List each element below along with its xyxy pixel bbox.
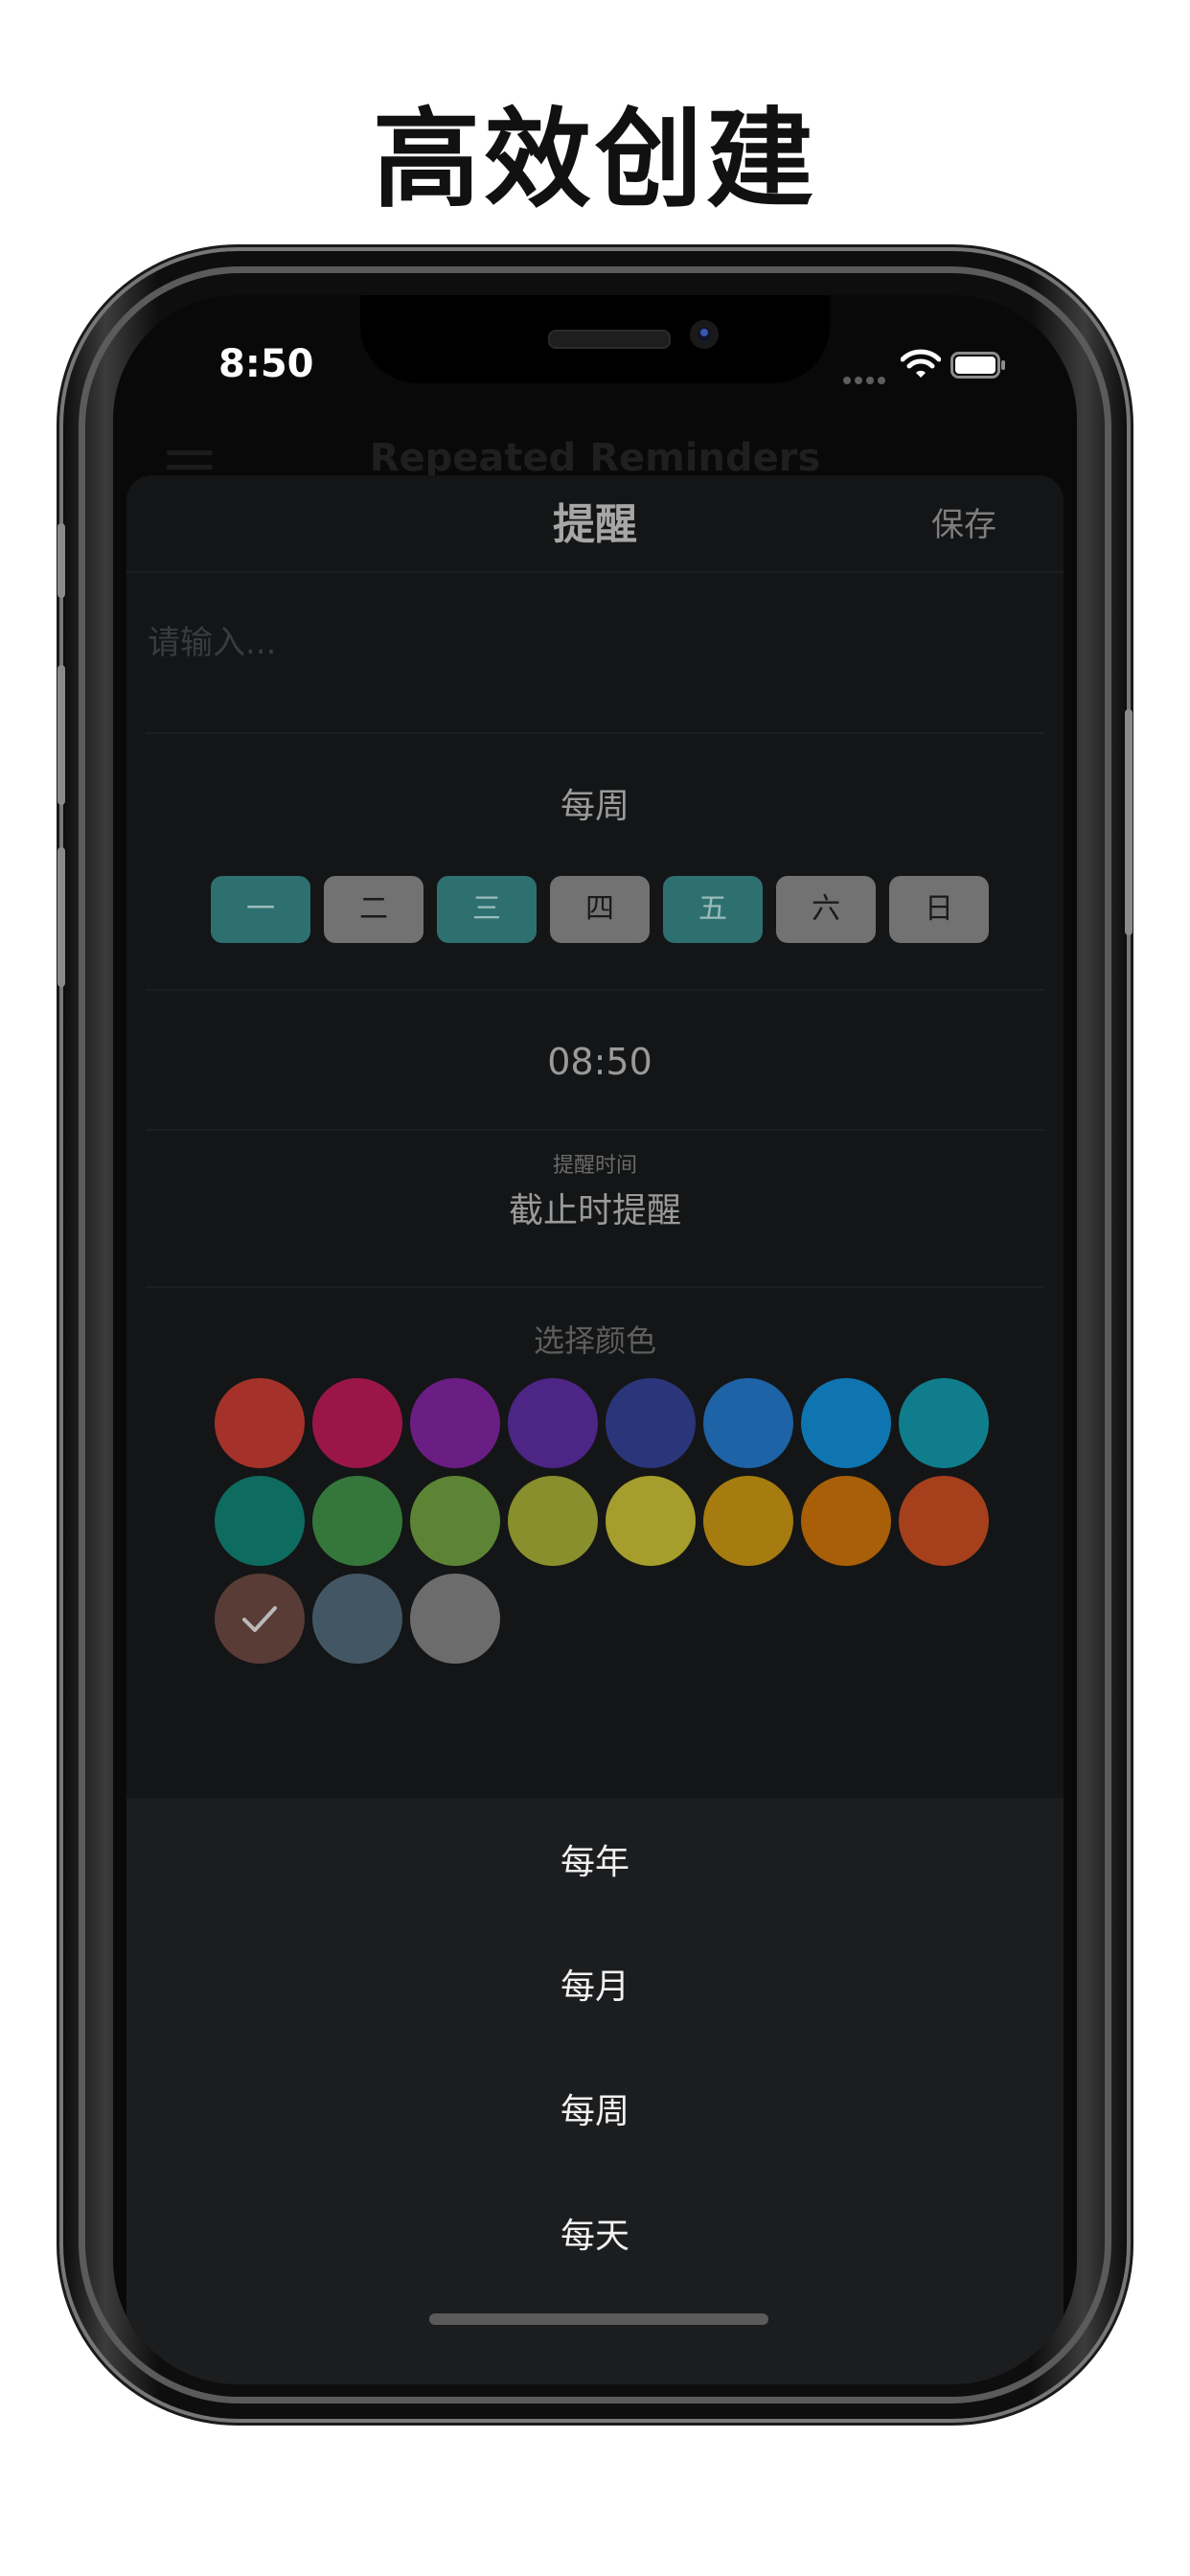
home-indicator: [429, 2313, 768, 2325]
weekday-button[interactable]: 五: [663, 876, 763, 943]
color-swatch[interactable]: [410, 1378, 500, 1468]
battery-icon: [950, 352, 1005, 379]
weekday-button[interactable]: 四: [550, 876, 650, 943]
color-picker-label: 选择颜色: [533, 1322, 656, 1359]
color-swatch[interactable]: [899, 1476, 989, 1566]
weekday-button[interactable]: 六: [776, 876, 876, 943]
divider: [126, 571, 1064, 573]
picker-option-monthly[interactable]: 每月: [126, 1961, 1064, 2014]
color-swatch[interactable]: [606, 1476, 696, 1566]
reminder-title-input[interactable]: [148, 610, 1039, 677]
color-swatch[interactable]: [312, 1378, 402, 1468]
repeat-mode-label[interactable]: 每周: [126, 780, 1064, 834]
save-button[interactable]: 保存: [931, 498, 996, 552]
earpiece-speaker: [548, 330, 671, 349]
cellular-signal-icon: [843, 370, 889, 384]
mute-switch: [57, 523, 65, 598]
color-swatch[interactable]: [801, 1476, 891, 1566]
color-swatch[interactable]: [215, 1476, 305, 1566]
picker-option-weekly[interactable]: 每周: [126, 2085, 1064, 2139]
color-swatch[interactable]: [508, 1476, 598, 1566]
checkmark-icon: [242, 1606, 277, 1632]
wifi-icon: [901, 349, 941, 378]
color-swatch[interactable]: [215, 1378, 305, 1468]
sheet-title: 提醒: [553, 500, 637, 549]
phone-screen: 8:50 Repeated Reminders 提醒 保存 请输入... 每周 …: [113, 295, 1077, 2384]
front-camera: [690, 320, 719, 349]
color-swatch[interactable]: [312, 1476, 402, 1566]
volume-up-button: [57, 665, 65, 805]
color-swatch[interactable]: [312, 1574, 402, 1664]
reminder-time-value[interactable]: 截止时提醒: [126, 1184, 1064, 1238]
color-swatch[interactable]: [703, 1476, 793, 1566]
repeat-picker: 每年 每月 每周 每天: [126, 1798, 1064, 2384]
power-button: [1125, 709, 1133, 935]
weekday-button[interactable]: 日: [889, 876, 989, 943]
color-swatch[interactable]: [410, 1476, 500, 1566]
weekday-button[interactable]: 三: [437, 876, 537, 943]
status-time: 8:50: [218, 342, 314, 386]
notch: [360, 295, 830, 383]
color-swatch[interactable]: [703, 1378, 793, 1468]
divider: [146, 732, 1044, 734]
color-swatch[interactable]: [606, 1378, 696, 1468]
volume-down-button: [57, 847, 65, 987]
divider: [146, 989, 1044, 991]
screenshot-canvas: 高效创建 8:50 Repeated Reminders 提醒 保存 请输入..…: [0, 0, 1190, 2576]
color-swatch[interactable]: [801, 1378, 891, 1468]
time-value[interactable]: 08:50: [126, 1035, 1064, 1089]
color-swatch[interactable]: [410, 1574, 500, 1664]
reminder-time-label: 提醒时间: [552, 1154, 637, 1178]
weekday-button[interactable]: 二: [324, 876, 423, 943]
picker-option-daily[interactable]: 每天: [126, 2210, 1064, 2264]
color-swatch[interactable]: [215, 1574, 305, 1664]
color-swatch[interactable]: [899, 1378, 989, 1468]
divider: [146, 1286, 1044, 1288]
divider: [146, 1129, 1044, 1131]
color-swatch[interactable]: [508, 1378, 598, 1468]
promo-title: 高效创建: [373, 98, 817, 222]
picker-option-yearly[interactable]: 每年: [126, 1836, 1064, 1890]
weekday-button[interactable]: 一: [211, 876, 310, 943]
